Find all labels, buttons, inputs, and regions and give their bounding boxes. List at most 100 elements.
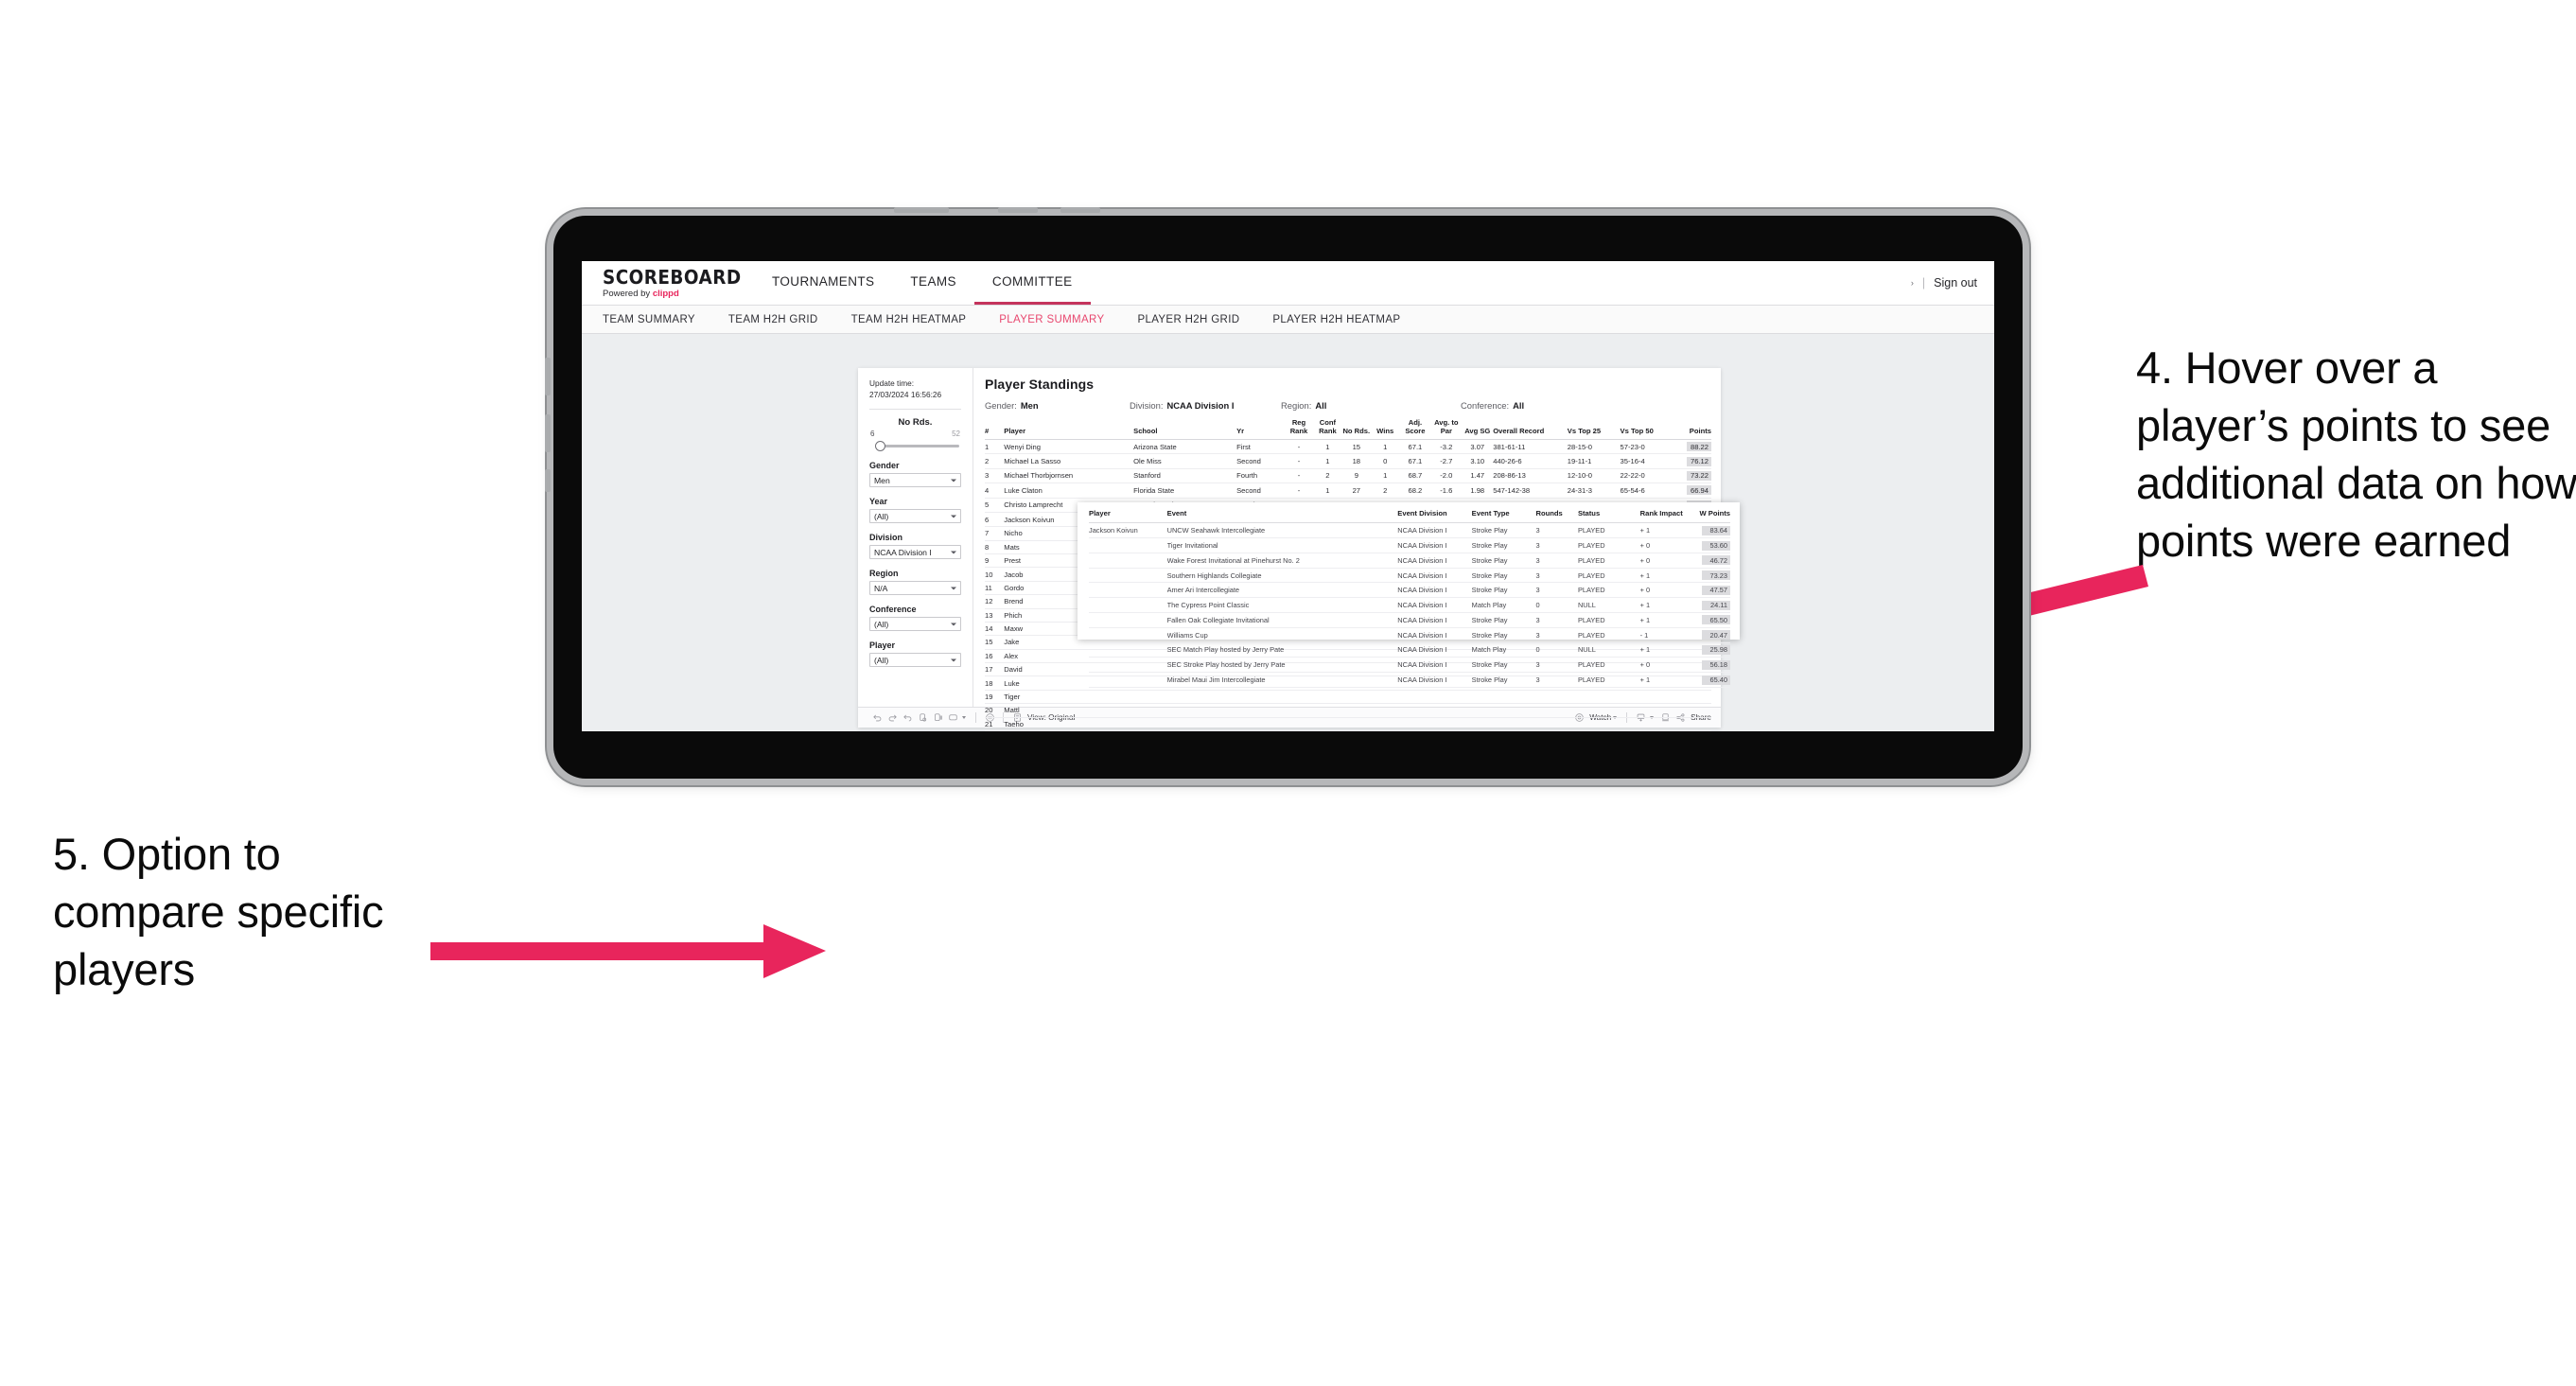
table-row[interactable]: 22Ian GilliganFloridaThird-1024168.7-0.8… [985,730,1711,731]
nav-teams[interactable]: TEAMS [892,261,974,305]
tooltip-rank-impact-cell: + 0 [1639,657,1685,674]
col-reg-rank[interactable]: Reg Rank [1284,418,1314,440]
tab-team-h2h-grid[interactable]: TEAM H2H GRID [728,314,836,325]
col-vs-top-25[interactable]: Vs Top 25 [1567,419,1621,440]
col-no-rds[interactable]: No Rds. [1341,419,1372,440]
filter-division-value: NCAA Division I [874,547,932,557]
filter-region-value: N/A [874,583,888,593]
tooltip-event-division-cell: NCAA Division I [1397,612,1472,628]
points-value[interactable]: 88.22 [1687,442,1711,452]
tooltip-event-cell: UNCW Seahawk Intercollegiate [1166,522,1398,539]
undo-icon[interactable] [869,711,885,726]
tooltip-event-division-cell: NCAA Division I [1397,537,1472,553]
sign-out-link[interactable]: Sign out [1934,276,1977,289]
brand-logo[interactable]: SCOREBOARD Powered by clippd [582,261,743,305]
col-wins[interactable]: Wins [1371,419,1400,440]
points-value[interactable]: 66.94 [1687,485,1711,496]
tooltip-w-points-cell: 25.98 [1684,642,1730,658]
tooltip-status-cell: NULL [1577,642,1640,658]
account-caret-icon[interactable]: › [1911,278,1914,288]
filter-region-select[interactable]: N/A [869,581,961,596]
year-cell: Second [1236,453,1285,469]
tooltip-event-cell: The Cypress Point Classic [1166,597,1398,614]
refresh-icon[interactable] [915,711,930,726]
col-points[interactable]: Points [1673,419,1711,440]
slider-track[interactable] [869,440,961,452]
no-rds-cell: 24 [1341,730,1372,731]
tooltip-row: Williams Cup NCAA Division I Stroke Play 3 P… [1089,627,1730,643]
filter-division-select[interactable]: NCAA Division I [869,545,961,560]
col-adj-score[interactable]: Adj. Score [1399,418,1431,440]
tooltip-row: Jackson Koivun UNCW Seahawk Intercollegia… [1089,522,1730,539]
tab-player-h2h-grid[interactable]: PLAYER H2H GRID [1137,314,1257,325]
rank-cell: 20 [985,703,1005,718]
points-value[interactable]: 73.22 [1687,470,1711,481]
filter-conference-select[interactable]: (All) [869,617,961,632]
vs-top-25-cell: 28-15-0 [1567,439,1621,455]
nav-committee[interactable]: COMMITTEE [973,261,1091,305]
new-worksheet-icon[interactable] [945,711,960,726]
points-cell[interactable]: 40.68 [1673,730,1711,731]
tooltip-w-points-value: 20.47 [1702,630,1730,640]
adj-score-cell [1399,717,1431,731]
redo-icon[interactable] [885,711,900,726]
tooltip-player-cell [1089,537,1167,553]
nav-tournaments[interactable]: TOURNAMENTS [754,261,892,305]
table-row[interactable]: 1 Wenyi Ding Arizona State First -1 15 1 67.1 -3… [985,439,1711,455]
vs-top-25-cell: 19-11-1 [1567,453,1621,469]
filter-year-select[interactable]: (All) [869,509,961,524]
points-breakdown-tooltip: Player Event Event Division Event Type R… [1078,502,1740,688]
tooltip-w-points-value: 83.64 [1702,525,1730,535]
filter-player-select[interactable]: (All) [869,653,961,668]
col-rank[interactable]: # [985,419,1005,440]
col-school[interactable]: School [1133,419,1237,440]
tab-team-summary[interactable]: TEAM SUMMARY [603,314,713,325]
points-cell[interactable] [1673,690,1711,705]
points-value[interactable]: 76.12 [1687,456,1711,466]
revert-icon[interactable] [900,711,915,726]
vs-top-25-cell: 24-31-3 [1567,482,1621,499]
tooltip-row: Fallen Oak Collegiate Invitational NCAA D… [1089,612,1730,628]
table-row[interactable]: 21 Taeho [985,717,1711,731]
table-row[interactable]: 19 Tiger [985,690,1711,705]
pause-auto-update-icon[interactable] [930,711,945,726]
points-cell[interactable]: 73.22 [1673,468,1711,484]
table-row[interactable]: 4 Luke Claton Florida State Second -1 27 2 68.2… [985,482,1711,499]
table-row[interactable]: 3 Michael Thorbjornsen Stanford Fourth -2 9 1 6… [985,468,1711,484]
tablet-bezel: SCOREBOARD Powered by clippd TOURNAMENTS… [545,207,2023,779]
col-overall-record[interactable]: Overall Record [1493,419,1568,440]
points-cell[interactable]: 76.12 [1673,453,1711,469]
tooltip-event-cell: Southern Highlands Collegiate [1166,568,1398,584]
points-cell[interactable]: 66.94 [1673,482,1711,499]
no-rounds-slider[interactable]: No Rds. 6 52 [869,417,961,452]
points-cell[interactable] [1673,703,1711,718]
rank-cell: 7 [985,526,1005,541]
workspace: Update time: 27/03/2024 16:56:26 No Rds.… [582,334,1994,731]
new-worksheet-caret-icon[interactable] [962,716,966,719]
applied-filter-region: Region: All [1281,400,1461,411]
col-year[interactable]: Yr [1236,419,1285,440]
slide-canvas: 4. Hover over a player’s points to see a… [0,0,2576,1386]
tooltip-rank-impact-cell: + 1 [1639,522,1685,539]
col-player[interactable]: Player [1004,419,1134,440]
tab-team-h2h-heatmap[interactable]: TEAM H2H HEATMAP [851,314,985,325]
filter-conference-label: Conference [869,605,917,615]
tab-player-summary[interactable]: PLAYER SUMMARY [999,314,1122,325]
overall-record-cell: 440-26-6 [1493,453,1568,469]
tab-player-h2h-heatmap[interactable]: PLAYER H2H HEATMAP [1272,314,1418,325]
points-cell[interactable] [1673,717,1711,731]
col-avg-sg[interactable]: Avg SG [1462,419,1494,440]
points-cell[interactable]: 88.22 [1673,439,1711,455]
col-vs-top-50[interactable]: Vs Top 50 [1620,419,1674,440]
col-avg-to-par[interactable]: Avg. to Par [1430,418,1463,440]
table-row[interactable]: 20 Mattl [985,703,1711,718]
tooltip-w-points-cell: 46.72 [1684,553,1730,569]
col-conf-rank[interactable]: Conf Rank [1313,418,1342,440]
table-row[interactable]: 2 Michael La Sasso Ole Miss Second -1 18 0 67.1… [985,453,1711,469]
filter-gender-select[interactable]: Men [869,473,961,488]
filter-gender: Gender Men [869,461,961,488]
tooltip-event-cell: SEC Match Play hosted by Jerry Pate [1166,642,1398,658]
slider-handle[interactable] [875,441,885,452]
player-cell: Luke Claton [1004,482,1134,499]
no-rds-cell [1341,690,1372,705]
